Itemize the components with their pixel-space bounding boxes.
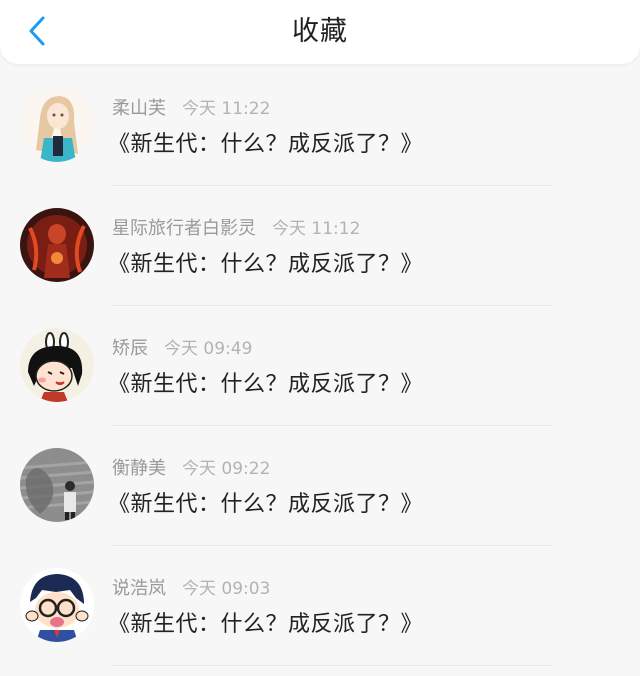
message-text: 《新生代：什么？成反派了？》 <box>108 612 424 637</box>
list-item[interactable]: 衡静美 今天 09:22 《新生代：什么？成反派了？》 <box>0 426 640 546</box>
fire-figure-avatar-icon <box>20 208 94 282</box>
list-item[interactable]: 说浩岚 今天 09:03 《新生代：什么？成反派了？》 <box>0 546 640 666</box>
user-name[interactable]: 衡静美 <box>112 458 166 479</box>
avatar[interactable] <box>20 568 94 642</box>
message-text: 《新生代：什么？成反派了？》 <box>108 372 424 397</box>
anime-girl-avatar-icon <box>20 88 94 162</box>
cartoon-boy-avatar-icon <box>20 568 94 642</box>
name-line: 说浩岚 今天 09:03 <box>112 574 270 600</box>
timestamp: 今天 11:22 <box>182 99 271 119</box>
list-item[interactable]: 矫辰 今天 09:49 《新生代：什么？成反派了？》 <box>0 306 640 426</box>
name-line: 柔山芙 今天 11:22 <box>112 94 270 120</box>
page-title: 收藏 <box>292 16 348 47</box>
user-name[interactable]: 矫辰 <box>112 338 148 359</box>
timestamp: 今天 11:12 <box>272 219 361 239</box>
favorites-list: 柔山芙 今天 11:22 《新生代：什么？成反派了？》 星际旅行者白影灵 今天 11… <box>0 66 640 666</box>
timestamp: 今天 09:03 <box>182 579 271 599</box>
user-name[interactable]: 星际旅行者白影灵 <box>112 218 256 239</box>
avatar[interactable] <box>20 328 94 402</box>
avatar[interactable] <box>20 208 94 282</box>
list-item[interactable]: 柔山芙 今天 11:22 《新生代：什么？成反派了？》 <box>0 66 640 186</box>
grey-photo-avatar-icon <box>20 448 94 522</box>
message-text: 《新生代：什么？成反派了？》 <box>108 252 424 277</box>
list-item[interactable]: 星际旅行者白影灵 今天 11:12 《新生代：什么？成反派了？》 <box>0 186 640 306</box>
user-name[interactable]: 柔山芙 <box>112 98 166 119</box>
cartoon-girl-avatar-icon <box>20 328 94 402</box>
avatar[interactable] <box>20 88 94 162</box>
top-bar: 收藏 <box>0 0 640 64</box>
name-line: 矫辰 今天 09:49 <box>112 334 252 360</box>
name-line: 衡静美 今天 09:22 <box>112 454 270 480</box>
timestamp: 今天 09:22 <box>182 459 271 479</box>
message-text: 《新生代：什么？成反派了？》 <box>108 132 424 157</box>
timestamp: 今天 09:49 <box>164 339 253 359</box>
name-line: 星际旅行者白影灵 今天 11:12 <box>112 214 360 240</box>
message-text: 《新生代：什么？成反派了？》 <box>108 492 424 517</box>
avatar[interactable] <box>20 448 94 522</box>
user-name[interactable]: 说浩岚 <box>112 578 166 599</box>
divider <box>112 665 552 666</box>
